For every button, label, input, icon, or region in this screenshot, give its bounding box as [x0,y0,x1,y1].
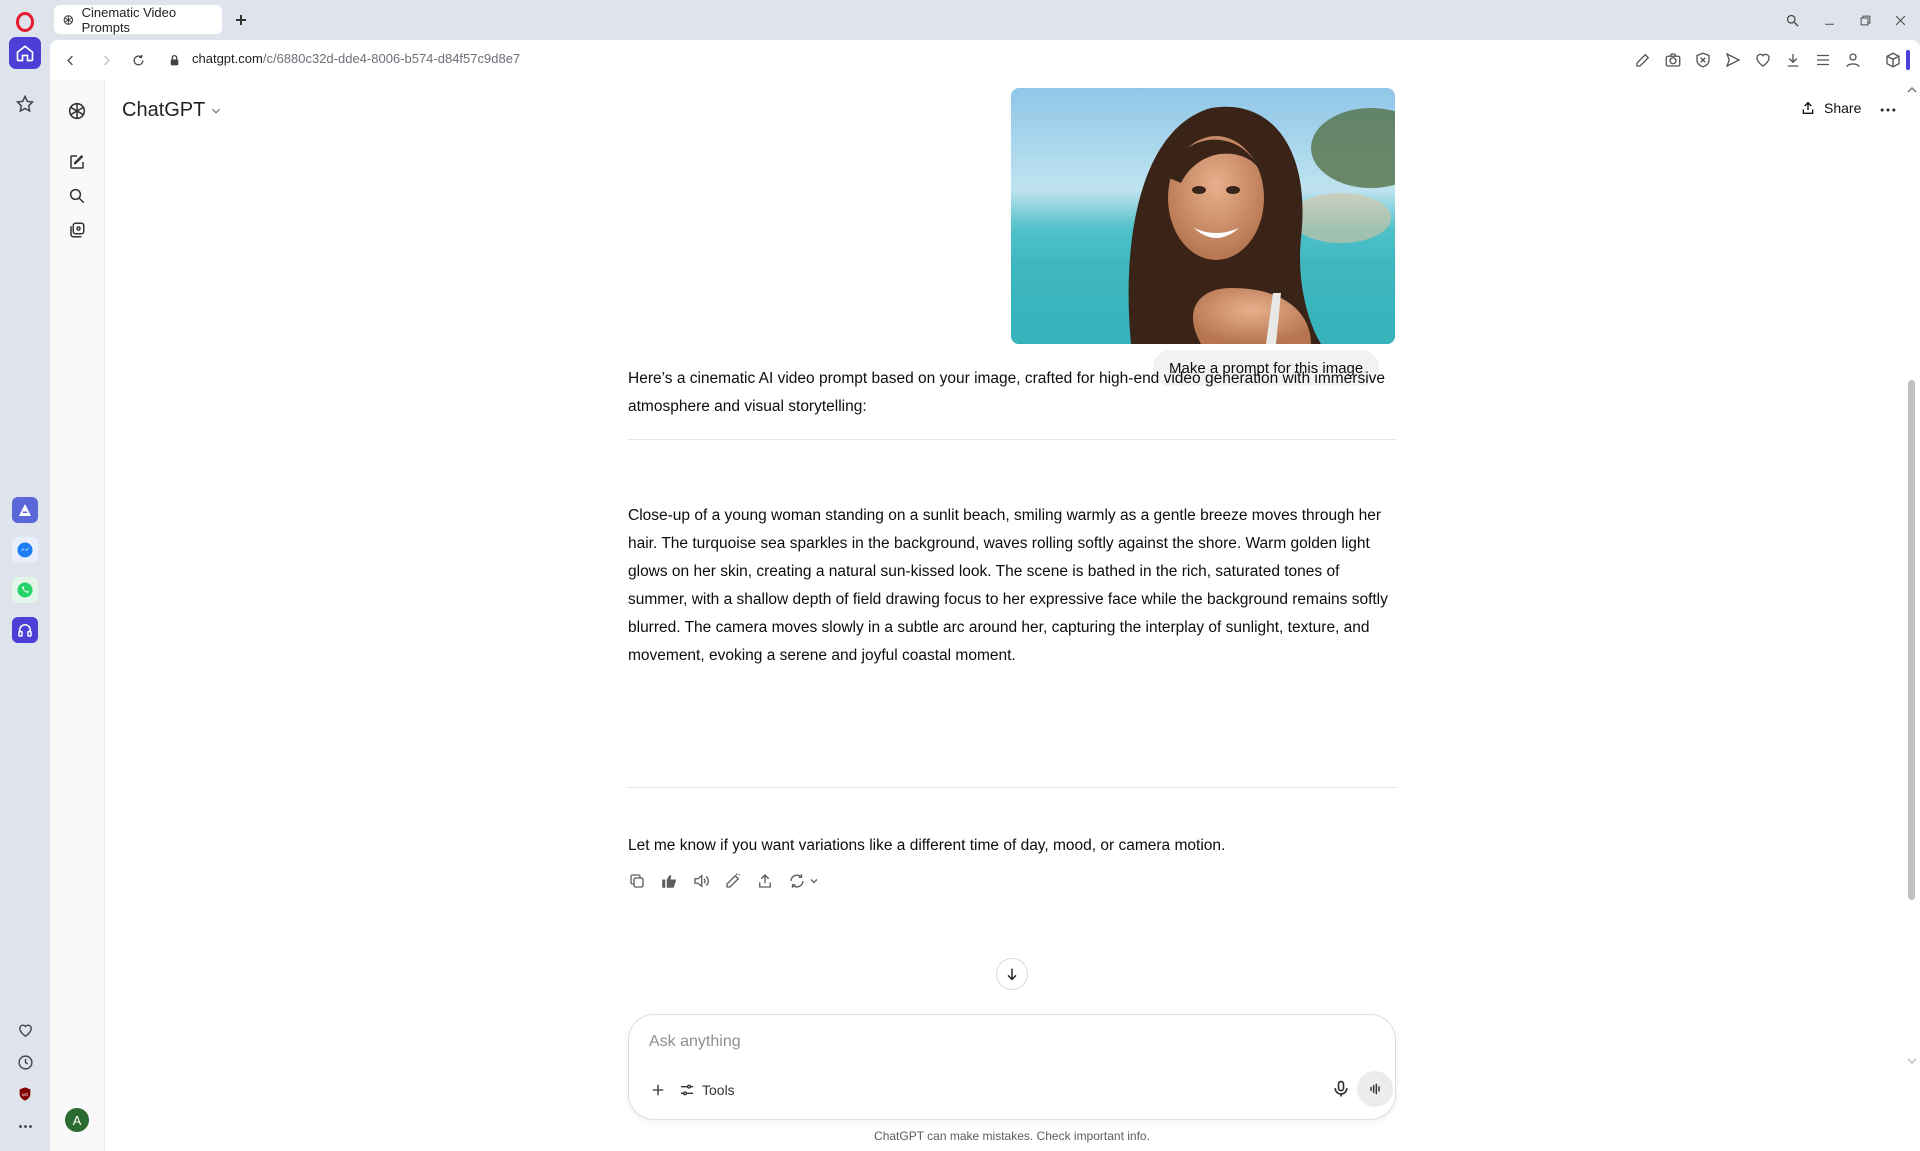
edit-page-icon[interactable] [1634,51,1652,69]
search-chats-icon[interactable] [66,185,88,207]
messenger-icon[interactable] [12,537,38,563]
sliders-icon [679,1082,695,1098]
read-aloud-speaker-icon[interactable] [692,872,710,890]
history-clock-icon[interactable] [9,1046,41,1078]
heart-icon[interactable] [9,1014,41,1046]
voice-mode-button[interactable] [1357,1071,1393,1107]
music-player-icon[interactable] [12,617,38,643]
tools-label: Tools [702,1082,735,1098]
sidebar-indicator [1906,50,1910,70]
scrollbar-thumb[interactable] [1908,380,1915,900]
bookmarks-star-icon[interactable] [9,88,41,120]
home-icon[interactable] [9,37,41,69]
search-tabs-icon[interactable] [1780,8,1804,32]
tab-title: Cinematic Video Prompts [81,4,177,35]
forward-arrow-icon[interactable] [96,50,116,70]
extensions-cube-icon[interactable] [1884,51,1902,69]
address-bar: chatgpt.com/c/6880c32d-dde4-8006-b574-d8… [50,40,1920,80]
reload-icon[interactable] [128,50,148,70]
favorite-heart-icon[interactable] [1754,51,1772,69]
message-composer: Tools [628,1014,1396,1120]
minimize-icon[interactable] [1817,8,1841,32]
url-domain: chatgpt.com [192,51,263,66]
voice-waveform-icon [1367,1081,1383,1097]
adblock-shield-icon[interactable] [1694,51,1712,69]
library-images-icon[interactable] [66,219,88,241]
chevron-down-icon [209,104,223,118]
divider [628,787,1396,788]
close-window-icon[interactable] [1888,8,1912,32]
url-field[interactable]: chatgpt.com/c/6880c32d-dde4-8006-b574-d8… [192,51,520,66]
back-arrow-icon[interactable] [60,50,80,70]
regenerate-icon [788,872,806,890]
more-options-icon[interactable] [1878,100,1898,120]
snapshot-camera-icon[interactable] [1664,51,1682,69]
response-actions [628,872,820,890]
divider [628,439,1396,440]
response-prompt-text: Close-up of a young woman standing on a … [628,507,1388,664]
url-path: /c/6880c32d-dde4-8006-b574-d84f57c9d8e7 [262,51,521,66]
ublock-shield-icon[interactable]: uO [9,1078,41,1110]
microphone-icon[interactable] [1331,1079,1353,1101]
chevron-down-icon [808,875,820,887]
share-label: Share [1824,100,1862,116]
attach-plus-icon[interactable] [645,1077,671,1103]
opera-logo-icon[interactable] [9,6,41,38]
tab-active[interactable]: Cinematic Video Prompts [54,4,222,35]
send-arrow-icon[interactable] [1724,51,1742,69]
download-icon[interactable] [1784,51,1802,69]
openai-logo-icon[interactable] [66,100,88,122]
edit-canvas-icon[interactable] [724,872,742,890]
user-avatar[interactable]: A [65,1108,89,1132]
new-chat-icon[interactable] [66,151,88,173]
disclaimer-text: ChatGPT can make mistakes. Check importa… [874,1129,1150,1143]
thumbs-up-icon[interactable] [660,872,678,890]
share-upload-icon [1800,100,1816,116]
share-response-icon[interactable] [756,872,774,890]
share-button[interactable]: Share [1800,100,1861,116]
arrow-down-icon [1004,966,1020,982]
response-intro: Here’s a cinematic AI video prompt based… [628,370,1386,415]
browser-sidebar: uO [0,0,50,1151]
prompt-input[interactable] [649,1033,1349,1051]
chatgpt-favicon-icon [62,13,75,27]
chatgpt-page: A ChatGPT Share Make a prompt for this i… [50,80,1920,1151]
new-tab-plus-icon[interactable] [231,10,251,30]
chatgpt-sidebar: A [50,80,105,1151]
svg-text:uO: uO [22,1092,29,1097]
easy-setup-menu-icon[interactable] [1814,51,1832,69]
tab-strip: Cinematic Video Prompts [50,0,1920,40]
copy-icon[interactable] [628,872,646,890]
model-picker[interactable]: ChatGPT [122,99,223,122]
whatsapp-icon[interactable] [12,577,38,603]
aria-ai-icon[interactable] [12,497,38,523]
model-name: ChatGPT [122,99,206,121]
uploaded-beach-portrait-image[interactable] [1011,88,1395,344]
tools-button[interactable]: Tools [679,1077,735,1103]
more-dots-icon[interactable] [9,1110,41,1142]
lock-icon[interactable] [164,50,184,70]
profile-icon[interactable] [1844,51,1862,69]
restore-icon[interactable] [1853,8,1877,32]
scroll-to-bottom-button[interactable] [996,958,1028,990]
regenerate-button[interactable] [788,872,820,890]
response-outro: Let me know if you want variations like … [628,837,1226,854]
